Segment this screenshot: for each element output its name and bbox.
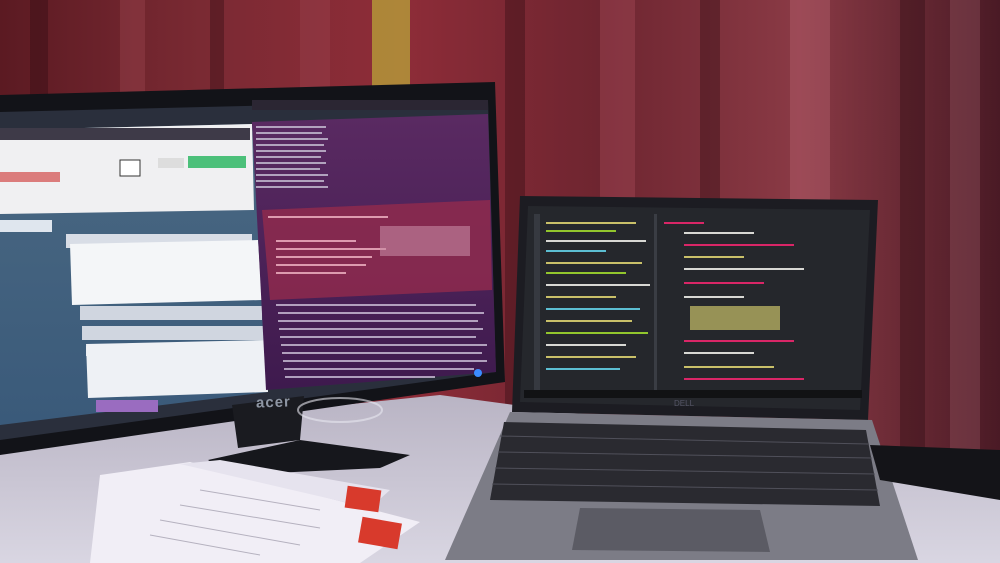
- submit-button: [96, 400, 158, 412]
- code-editor-divider: [654, 214, 657, 394]
- green-button: [188, 156, 246, 168]
- laptop-keyboard: [490, 422, 880, 506]
- form-textarea: [70, 240, 262, 305]
- form-input-4: [82, 326, 268, 340]
- laptop-brand-logo: DELL: [674, 399, 695, 408]
- form-textarea-2: [86, 340, 268, 398]
- browser-tab-bar: [0, 128, 250, 140]
- red-brand-strip: [0, 172, 60, 182]
- form-input-3: [80, 306, 262, 320]
- monitor-power-led: [474, 369, 482, 377]
- laptop-status-bar: [524, 390, 862, 398]
- form-input-1: [0, 220, 52, 232]
- photo-scene: [0, 0, 1000, 563]
- paper-red-mark-1: [344, 485, 382, 513]
- logo-badge: [119, 159, 141, 177]
- monitor-brand-logo: acer: [255, 393, 292, 412]
- yellow-object: [372, 0, 410, 90]
- laptop-touchpad: [572, 508, 770, 552]
- search-box: [158, 158, 184, 168]
- terminal-top-bar: [252, 100, 488, 110]
